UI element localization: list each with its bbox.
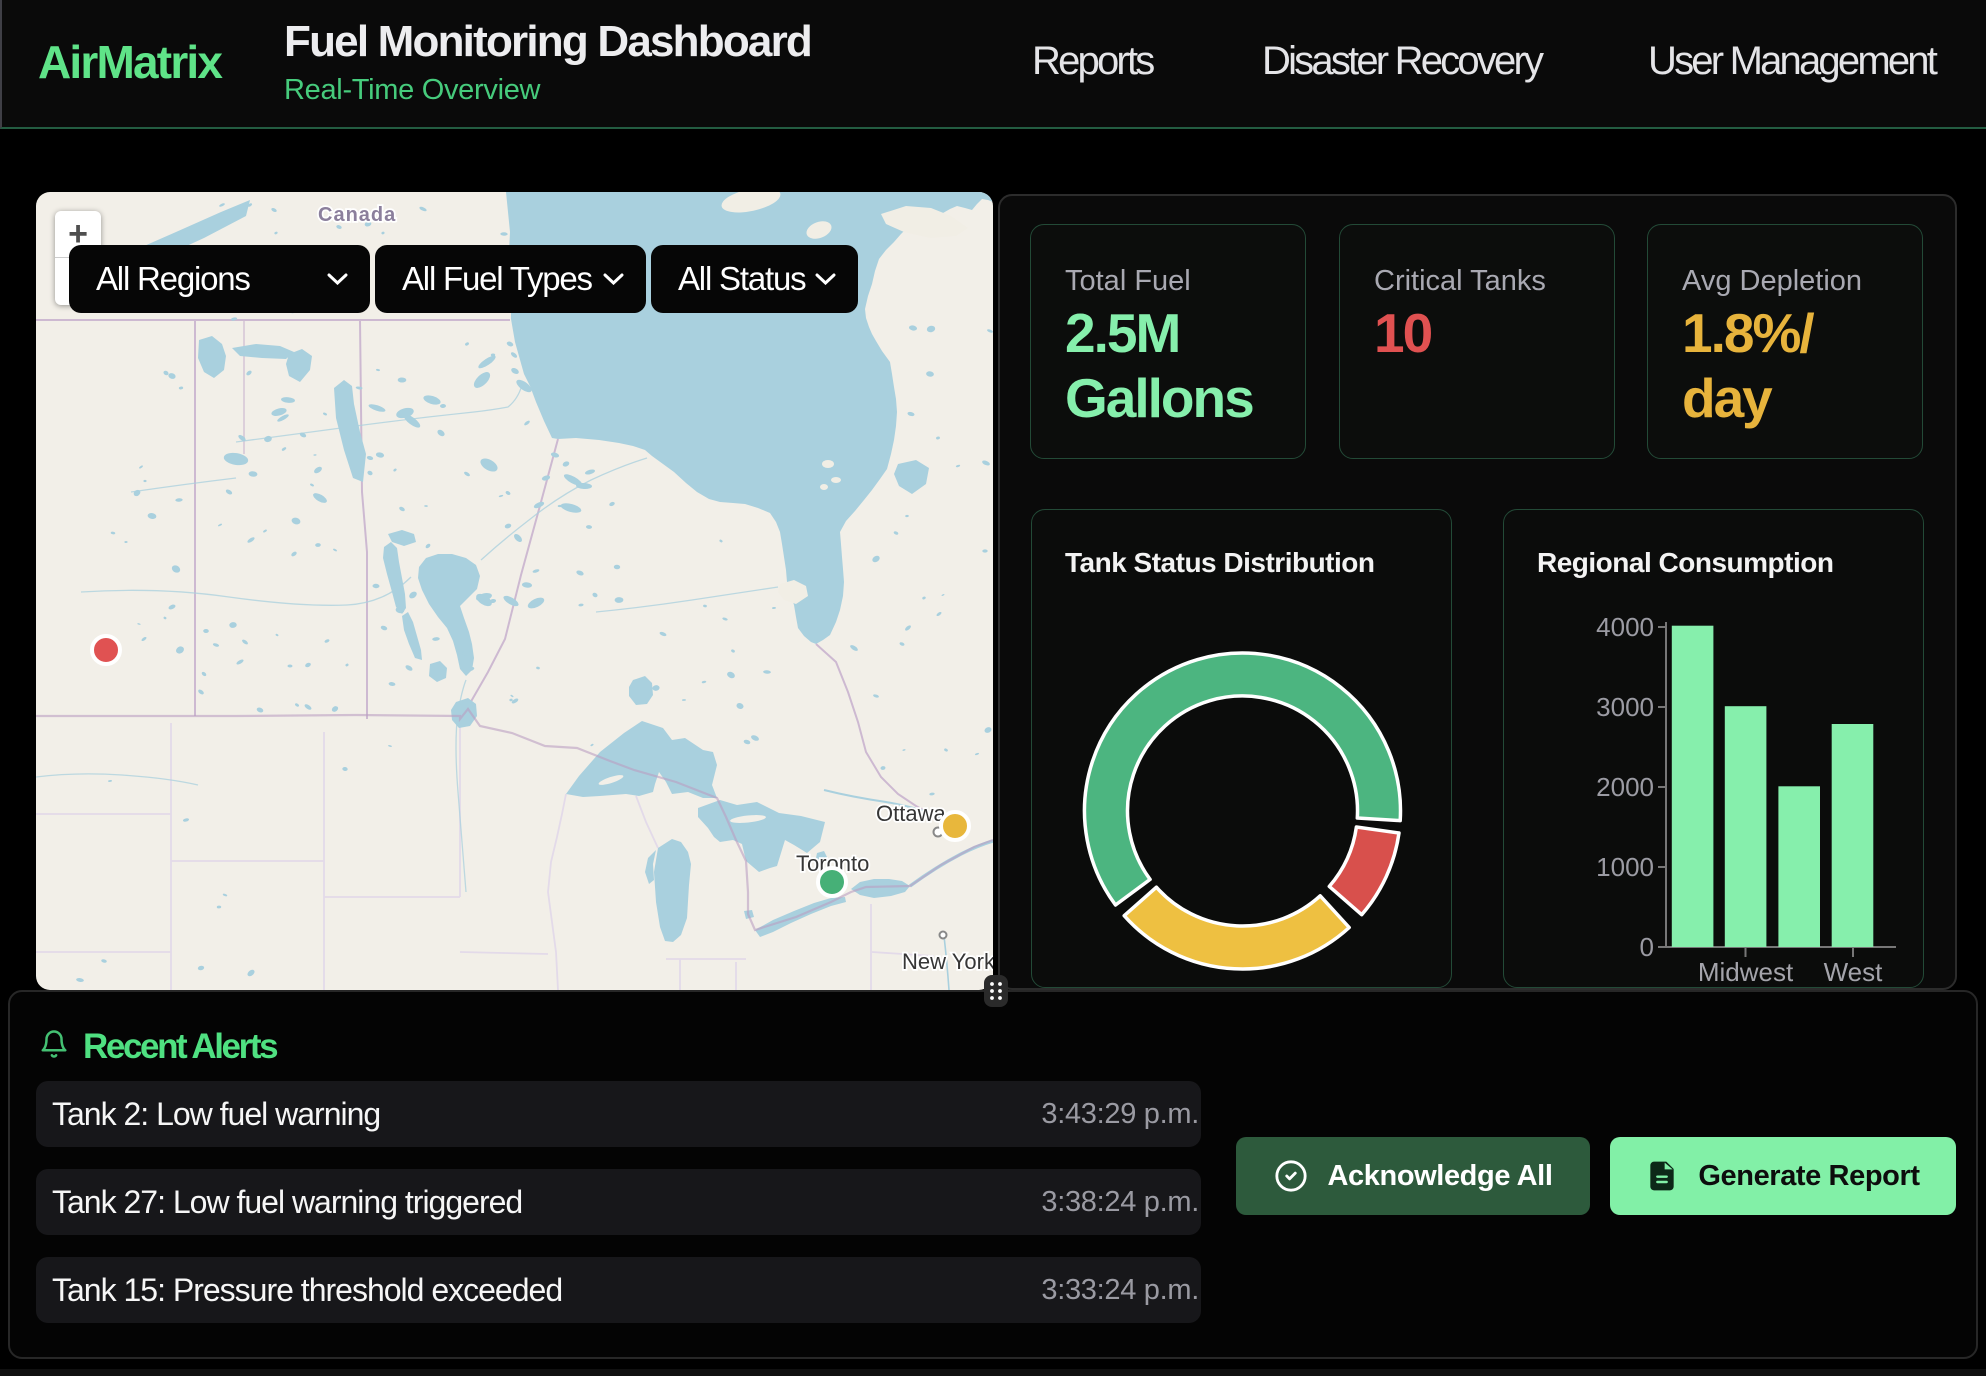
svg-text:Canada: Canada [318,204,396,226]
svg-text:3000: 3000 [1596,692,1654,722]
svg-text:New York: New York [902,949,993,974]
svg-text:0: 0 [1640,932,1654,962]
svg-text:1000: 1000 [1596,852,1654,882]
svg-text:West: West [1824,957,1884,987]
svg-text:Midwest: Midwest [1698,957,1794,987]
svg-text:4000: 4000 [1596,612,1654,642]
svg-text:2000: 2000 [1596,772,1654,802]
svg-text:Ottawa: Ottawa [876,801,946,826]
